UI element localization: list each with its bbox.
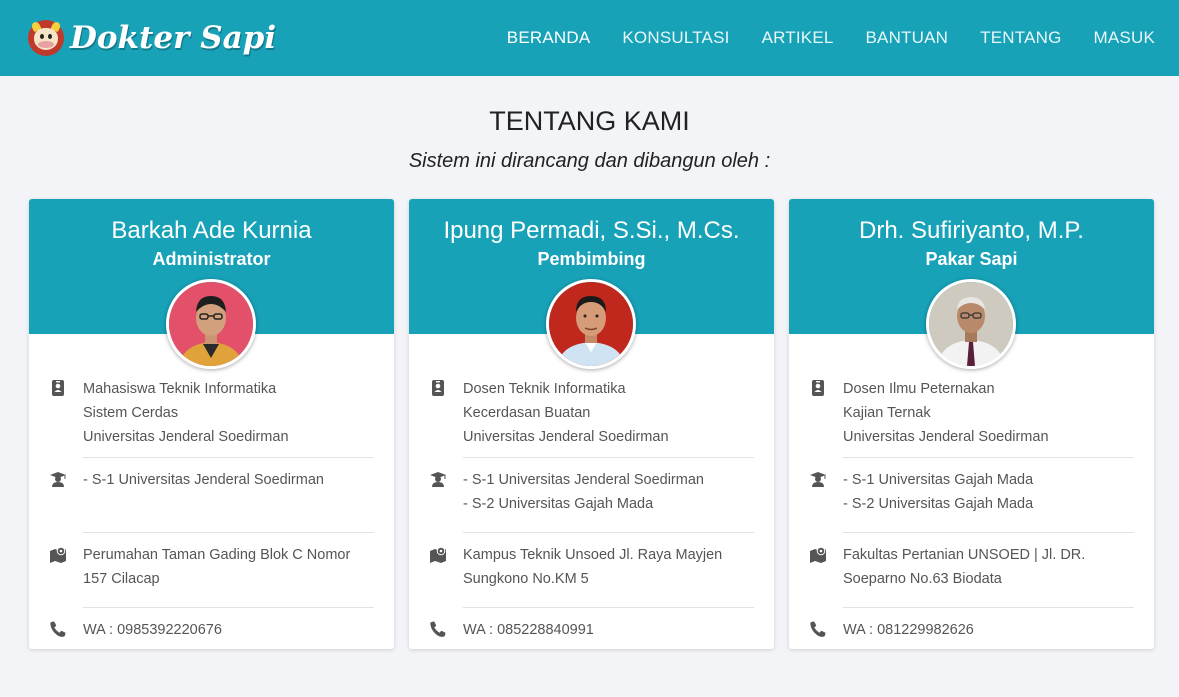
graduate-icon <box>430 472 446 487</box>
avatar <box>166 279 256 369</box>
phone-icon <box>50 621 66 637</box>
avatar <box>926 279 1016 369</box>
graduate-icon <box>50 472 66 487</box>
id-badge-icon <box>812 380 824 396</box>
person-name: Drh. Sufiriyanto, M.P. <box>859 217 1084 244</box>
address-line: Fakultas Pertanian UNSOED | Jl. DR. <box>843 547 1086 563</box>
phone-icon <box>430 621 446 637</box>
person-name: Barkah Ade Kurnia <box>111 217 312 244</box>
info-list: Mahasiswa Teknik Informatika Sistem Cerd… <box>29 377 394 649</box>
info-phone: WA : 081229982626 <box>789 618 1154 649</box>
phone-number: WA : 081229982626 <box>843 622 974 638</box>
main-nav: BERANDA KONSULTASI ARTIKEL BANTUAN TENTA… <box>475 0 1155 76</box>
phone-number: WA : 085228840991 <box>463 622 594 638</box>
page-title: TENTANG KAMI <box>489 106 690 136</box>
info-job: Mahasiswa Teknik Informatika Sistem Cerd… <box>29 377 394 458</box>
info-job: Dosen Ilmu Peternakan Kajian Ternak Univ… <box>789 377 1154 458</box>
brand-name: Dokter Sapi <box>70 20 277 56</box>
address-line: Kampus Teknik Unsoed Jl. Raya Mayjen <box>463 547 723 563</box>
phone-icon <box>810 621 826 637</box>
job-line: Universitas Jenderal Soedirman <box>843 429 1049 445</box>
job-line: Kajian Ternak <box>843 405 931 421</box>
phone-number: WA : 0985392220676 <box>83 622 222 638</box>
info-education: - S-1 Universitas Jenderal Soedirman - S… <box>409 468 774 533</box>
cow-logo-icon <box>28 20 64 56</box>
address-line: Soeparno No.63 Biodata <box>843 571 1002 587</box>
address-line: Sungkono No.KM 5 <box>463 571 589 587</box>
nav-tentang[interactable]: TENTANG <box>980 28 1061 48</box>
address-line: 157 Cilacap <box>83 571 160 587</box>
map-marker-icon <box>810 546 826 563</box>
info-education: - S-1 Universitas Jenderal Soedirman <box>29 468 394 533</box>
address-line: Perumahan Taman Gading Blok C Nomor <box>83 547 351 563</box>
person-role: Administrator <box>152 249 271 269</box>
profile-card: Barkah Ade Kurnia Administrator Mahasisw… <box>29 199 394 649</box>
education-line: - S-1 Universitas Gajah Mada <box>843 472 1034 488</box>
info-address: Fakultas Pertanian UNSOED | Jl. DR. Soep… <box>789 543 1154 608</box>
page-subtitle: Sistem ini dirancang dan dibangun oleh : <box>408 150 771 172</box>
info-address: Kampus Teknik Unsoed Jl. Raya Mayjen Sun… <box>409 543 774 608</box>
education-line: - S-2 Universitas Gajah Mada <box>463 496 654 512</box>
person-role: Pembimbing <box>537 249 646 269</box>
card-header: Barkah Ade Kurnia Administrator <box>29 199 394 369</box>
map-marker-icon <box>50 546 66 563</box>
job-line: Universitas Jenderal Soedirman <box>83 429 289 445</box>
info-phone: WA : 0985392220676 <box>29 618 394 649</box>
info-education: - S-1 Universitas Gajah Mada - S-2 Unive… <box>789 468 1154 533</box>
map-marker-icon <box>430 546 446 563</box>
avatar <box>546 279 636 369</box>
nav-masuk[interactable]: MASUK <box>1094 28 1155 48</box>
job-line: Sistem Cerdas <box>83 405 179 421</box>
card-header: Drh. Sufiriyanto, M.P. Pakar Sapi <box>789 199 1154 369</box>
education-line: - S-2 Universitas Gajah Mada <box>843 496 1034 512</box>
job-line: Universitas Jenderal Soedirman <box>463 429 669 445</box>
job-line: Dosen Teknik Informatika <box>463 381 626 397</box>
person-name: Ipung Permadi, S.Si., M.Cs. <box>443 217 740 244</box>
education-line: - S-1 Universitas Jenderal Soedirman <box>83 472 324 488</box>
navbar: Dokter Sapi BERANDA KONSULTASI ARTIKEL B… <box>0 0 1179 76</box>
graduate-icon <box>810 472 826 487</box>
nav-konsultasi[interactable]: KONSULTASI <box>622 28 729 48</box>
nav-beranda[interactable]: BERANDA <box>507 28 591 48</box>
info-address: Perumahan Taman Gading Blok C Nomor 157 … <box>29 543 394 608</box>
info-list: Dosen Teknik Informatika Kecerdasan Buat… <box>409 377 774 649</box>
info-phone: WA : 085228840991 <box>409 618 774 649</box>
person-role: Pakar Sapi <box>925 249 1018 269</box>
brand-link[interactable]: Dokter Sapi <box>28 16 276 60</box>
info-list: Dosen Ilmu Peternakan Kajian Ternak Univ… <box>789 377 1154 649</box>
education-line: - S-1 Universitas Jenderal Soedirman <box>463 472 704 488</box>
job-line: Kecerdasan Buatan <box>463 405 591 421</box>
job-line: Mahasiswa Teknik Informatika <box>83 381 277 397</box>
job-line: Dosen Ilmu Peternakan <box>843 381 995 397</box>
id-badge-icon <box>52 380 64 396</box>
card-header: Ipung Permadi, S.Si., M.Cs. Pembimbing <box>409 199 774 369</box>
id-badge-icon <box>432 380 444 396</box>
nav-artikel[interactable]: ARTIKEL <box>762 28 834 48</box>
nav-bantuan[interactable]: BANTUAN <box>866 28 949 48</box>
info-job: Dosen Teknik Informatika Kecerdasan Buat… <box>409 377 774 458</box>
profile-card: Ipung Permadi, S.Si., M.Cs. Pembimbing D… <box>409 199 774 649</box>
profile-card: Drh. Sufiriyanto, M.P. Pakar Sapi Dosen … <box>789 199 1154 649</box>
